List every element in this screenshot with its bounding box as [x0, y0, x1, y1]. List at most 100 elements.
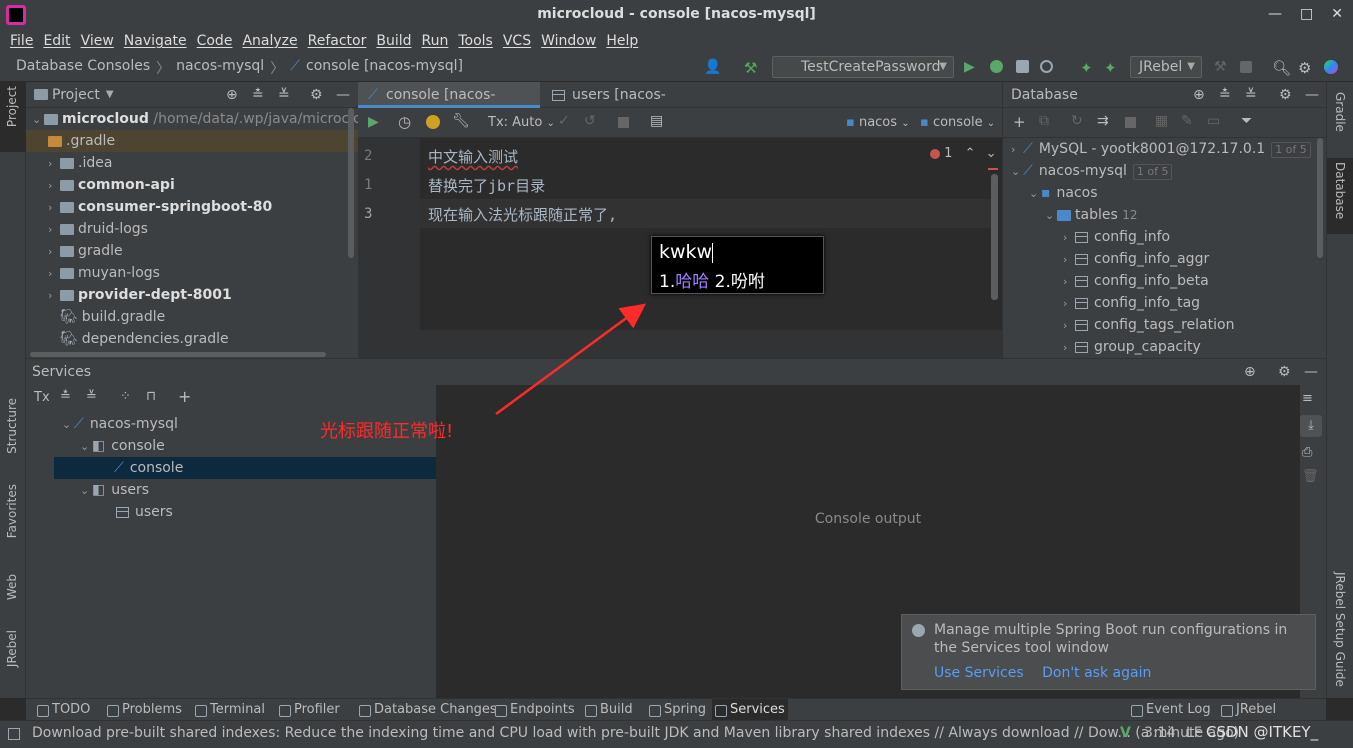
settings-wrench-icon[interactable]: 🔧︎ — [452, 113, 470, 129]
profile-icon[interactable] — [1040, 60, 1053, 73]
error-indicator[interactable]: 1 ⌃ ⌄ — [930, 146, 997, 161]
search-icon[interactable]: 🔍︎ — [1272, 59, 1291, 77]
expand-all-icon[interactable]: ≛ — [60, 389, 71, 404]
favorites-tool-label[interactable]: Favorites — [5, 484, 19, 538]
group-by-icon[interactable]: ⁘ — [120, 389, 131, 404]
add-icon[interactable]: + — [1013, 113, 1026, 131]
service-console-selected[interactable]: ⟋ console — [54, 457, 436, 479]
tab-todo[interactable]: TODO — [34, 699, 90, 721]
table-item[interactable]: › config_info_tag — [1063, 292, 1200, 314]
hide-icon[interactable]: — — [1304, 359, 1318, 385]
menu-view[interactable]: View — [81, 33, 114, 49]
ime-candidate-2[interactable]: 2.吩咐 — [715, 272, 765, 292]
collapse-all-icon[interactable]: ≚ — [1245, 87, 1257, 103]
menu-refactor[interactable]: Refactor — [308, 33, 367, 49]
jrebel-tool-label[interactable]: JRebel — [5, 630, 19, 667]
jrebel-run-icon[interactable]: ✦ — [1080, 59, 1096, 77]
tab-console[interactable]: ⟋ console [nacos-mysql]✕ — [358, 82, 540, 129]
soft-wrap-icon[interactable]: ≡ — [1302, 391, 1313, 406]
maximize-button[interactable]: □ — [1300, 6, 1313, 22]
toolbox-icon[interactable] — [1324, 60, 1338, 74]
settings-gear-icon[interactable]: ⚙ — [1279, 87, 1292, 103]
datasource-nacos[interactable]: ⌄ ⟋ nacos-mysql 1 of 5 — [1011, 160, 1173, 182]
tab-build[interactable]: Build — [582, 699, 633, 721]
expand-all-icon[interactable]: ≛ — [252, 87, 264, 103]
tool-windows-icon[interactable] — [8, 728, 20, 740]
schema-sync-icon[interactable]: ⇉ — [1097, 113, 1109, 129]
vertical-scrollbar[interactable] — [1317, 138, 1323, 258]
table-item[interactable]: › group_capacity — [1063, 336, 1201, 358]
filter-icon[interactable]: ⏷ — [1241, 113, 1252, 129]
menu-analyze[interactable]: Analyze — [242, 33, 297, 49]
tree-item-dependencies-gradle[interactable]: 🐘︎ dependencies.gradle — [60, 328, 229, 350]
service-console-group[interactable]: ⌄ ◧ console — [80, 435, 165, 457]
tab-endpoints[interactable]: Endpoints — [492, 699, 575, 721]
breadcrumb-item[interactable]: Database Consoles — [16, 58, 150, 78]
run-icon[interactable]: ▶ — [964, 59, 980, 75]
dont-ask-again-link[interactable]: Don't ask again — [1042, 665, 1151, 681]
table-item[interactable]: › config_info — [1063, 226, 1170, 248]
jrebel-setup-guide-label[interactable]: JRebel Setup Guide — [1333, 572, 1347, 687]
schema-select[interactable]: ▪ nacos ⌄ — [846, 115, 910, 130]
debug-icon[interactable] — [990, 60, 1003, 73]
breadcrumb-item[interactable]: console [nacos-mysql] — [306, 58, 463, 78]
coverage-icon[interactable] — [1016, 60, 1029, 73]
add-service-icon[interactable]: + — [178, 387, 191, 406]
code-line[interactable]: 中文输入测试 — [428, 146, 518, 167]
tab-jrebel-console[interactable]: JRebel Console — [1218, 699, 1326, 739]
locate-icon[interactable]: ⊕ — [1244, 359, 1256, 385]
tree-item-build-gradle[interactable]: 🐘︎ build.gradle — [60, 306, 165, 328]
tree-item-gradle[interactable]: › gradle — [48, 240, 123, 262]
tab-problems[interactable]: Problems — [104, 699, 182, 721]
tab-event-log[interactable]: Event Log — [1128, 699, 1211, 721]
execute-icon[interactable]: ▶ — [368, 114, 379, 130]
menu-help[interactable]: Help — [606, 33, 638, 49]
service-users-group[interactable]: ⌄ ◧ users — [80, 479, 149, 501]
menu-code[interactable]: Code — [197, 33, 233, 49]
menu-edit[interactable]: Edit — [43, 33, 70, 49]
menu-navigate[interactable]: Navigate — [124, 33, 187, 49]
gradle-tool-label[interactable]: Gradle — [1333, 92, 1347, 132]
settings-gear-icon[interactable]: ⚙ — [1298, 59, 1314, 77]
menu-run[interactable]: Run — [422, 33, 449, 49]
minimize-button[interactable]: — — [1268, 6, 1282, 22]
scroll-to-end-icon[interactable]: ⤓ — [1300, 415, 1322, 437]
results-table-icon[interactable]: ▤ — [650, 113, 663, 129]
schema-nacos[interactable]: ⌄ ▪ nacos — [1029, 182, 1098, 204]
tree-item-consumer[interactable]: › consumer-springboot-80 — [48, 196, 272, 218]
tab-services[interactable]: Services — [712, 699, 788, 721]
jrebel-debug-icon[interactable]: ✦ — [1104, 59, 1120, 77]
chevron-down-icon[interactable]: ▼ — [106, 89, 114, 100]
tab-users[interactable]: users [nacos-mysql]✕ — [544, 82, 714, 129]
table-item[interactable]: › config_tags_relation — [1063, 314, 1234, 336]
tab-spring[interactable]: Spring — [646, 699, 706, 721]
build-hammer-icon[interactable]: ⚒ — [744, 59, 760, 77]
tree-item-provider[interactable]: › provider-dept-8001 — [48, 284, 232, 306]
menu-file[interactable]: File — [10, 33, 33, 49]
menu-tools[interactable]: Tools — [458, 33, 493, 49]
table-item[interactable]: › config_info_beta — [1063, 270, 1209, 292]
table-item[interactable]: › config_info_aggr — [1063, 248, 1209, 270]
expand-all-icon[interactable]: ≛ — [1219, 87, 1231, 103]
database-tool-label[interactable]: Database — [1333, 162, 1347, 219]
error-stripe-mark[interactable] — [988, 168, 998, 170]
project-panel-title[interactable]: Project — [52, 87, 100, 103]
jrebel-select[interactable]: JRebel ▼ — [1130, 56, 1202, 78]
hide-icon[interactable]: — — [336, 87, 350, 103]
web-tool-label[interactable]: Web — [5, 574, 19, 600]
collapse-all-icon[interactable]: ≚ — [278, 87, 290, 103]
close-button[interactable]: ✕ — [1331, 6, 1343, 22]
tab-profiler[interactable]: Profiler — [276, 699, 340, 721]
horizontal-scrollbar[interactable] — [30, 352, 326, 357]
tree-root[interactable]: ⌄ microcloud /home/data/.wp/java/microclo… — [32, 108, 358, 130]
explain-plan-icon[interactable] — [426, 115, 440, 129]
locate-icon[interactable]: ⊕ — [226, 87, 238, 103]
code-line[interactable]: 替换完了jbr目录 — [428, 175, 545, 196]
run-configuration-select[interactable]: TestCreatePassword ▼ — [772, 56, 954, 78]
collapse-all-icon[interactable]: ≚ — [86, 389, 97, 404]
locate-icon[interactable]: ⊕ — [1193, 87, 1205, 103]
tab-database-changes[interactable]: Database Changes — [356, 699, 497, 721]
caret-position[interactable]: 3:14 — [1144, 725, 1175, 741]
transaction-icon[interactable]: Tx — [34, 390, 50, 405]
menu-window[interactable]: Window — [541, 33, 596, 49]
